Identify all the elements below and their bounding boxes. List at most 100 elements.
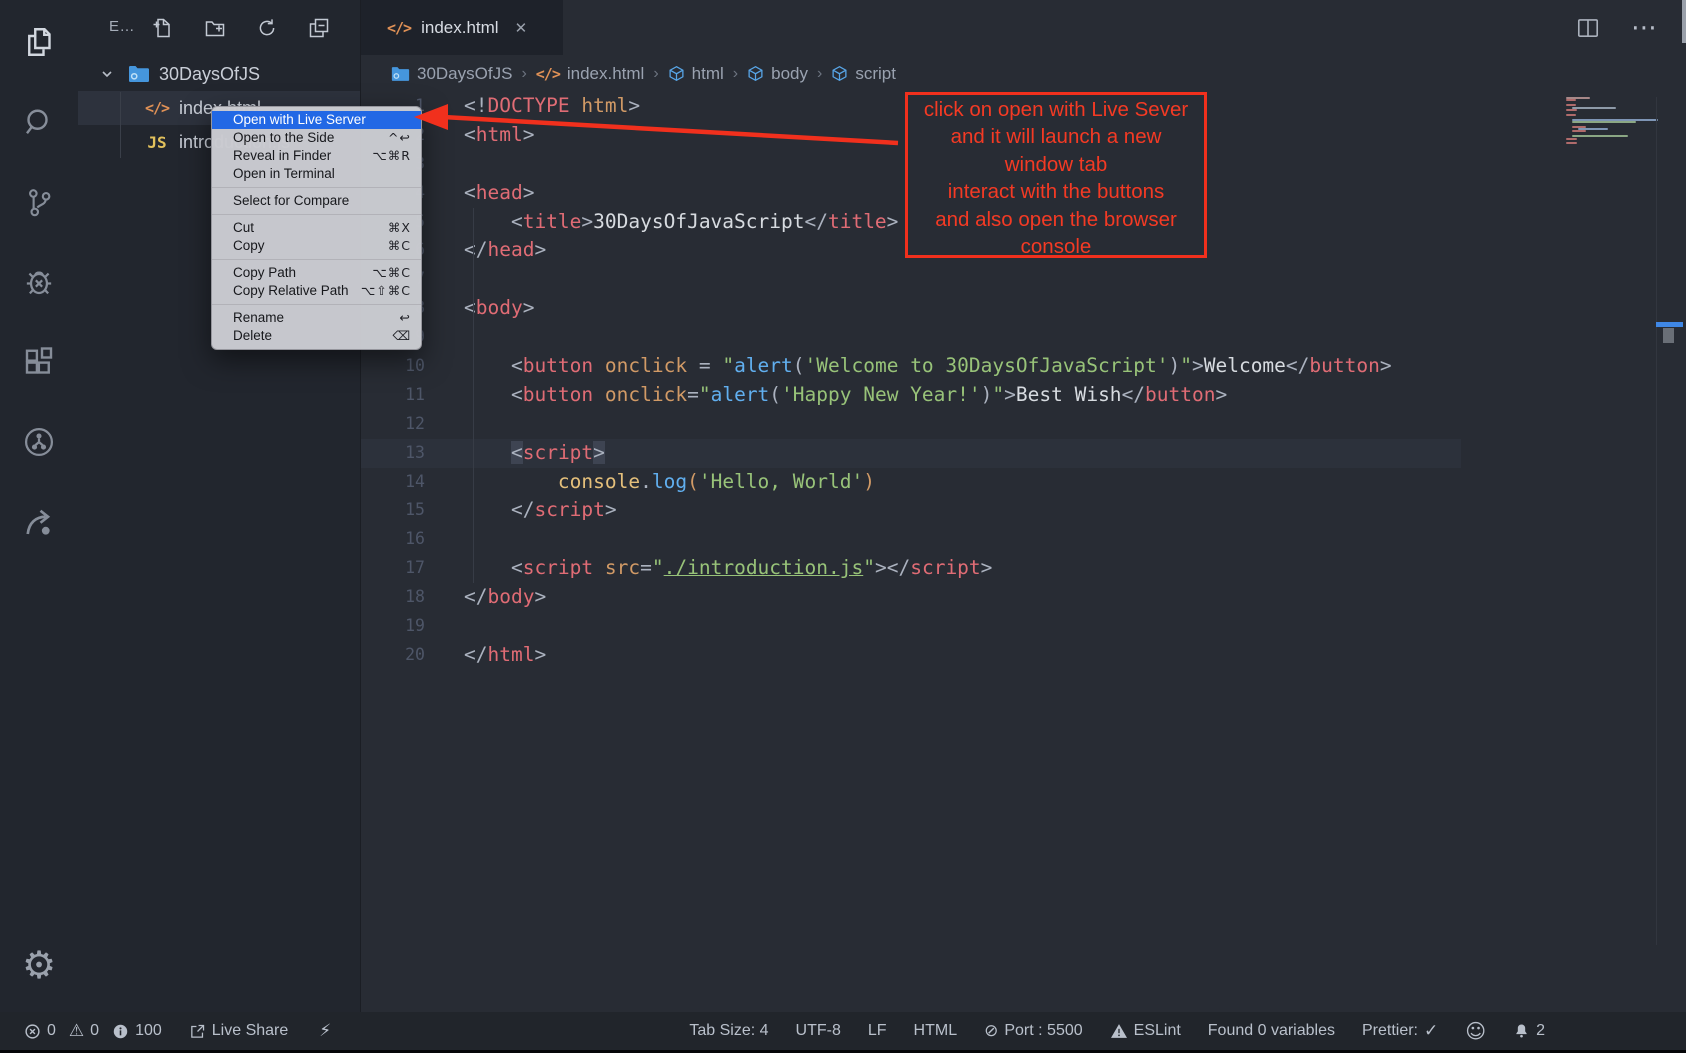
- files-icon[interactable]: [0, 12, 78, 72]
- check-icon: ✓: [1424, 1023, 1438, 1040]
- code-line-17[interactable]: 17 <script src="./introduction.js"></scr…: [361, 554, 1686, 583]
- overview-ruler-border: [1656, 97, 1657, 945]
- menu-item-copy[interactable]: Copy⌘C: [212, 237, 421, 255]
- breadcrumb-separator: ›: [817, 65, 822, 83]
- status-prettier[interactable]: Prettier: ✓: [1362, 1022, 1438, 1040]
- new-folder-icon[interactable]: [202, 15, 228, 41]
- breadcrumb-item-html[interactable]: html: [668, 64, 724, 84]
- menu-item-open-to-the-side[interactable]: Open to the Side^↩: [212, 129, 421, 147]
- refresh-icon[interactable]: [254, 15, 280, 41]
- warning-filled-icon: [1110, 1023, 1128, 1039]
- tree-item-label: 30DaysOfJS: [159, 64, 260, 85]
- line-number: 14: [361, 468, 425, 497]
- info-icon: [112, 1023, 129, 1040]
- status-bar: 0 ⚠ 0 100 Live Share ⚡ Tab Size: 4 UTF-8…: [0, 1012, 1686, 1050]
- status-info[interactable]: 100: [112, 1022, 162, 1040]
- annotation-box: click on open with Live Sever and it wil…: [905, 92, 1207, 258]
- split-editor-icon[interactable]: [1575, 15, 1601, 41]
- code-line-9[interactable]: 9: [361, 323, 1686, 352]
- status-variables[interactable]: Found 0 variables: [1208, 1022, 1335, 1040]
- js-file-icon: JS: [144, 133, 170, 152]
- breadcrumb-item-file[interactable]: </> index.html: [536, 64, 645, 84]
- breadcrumb-separator: ›: [653, 65, 658, 83]
- search-icon[interactable]: [0, 92, 78, 152]
- share-arrow-icon[interactable]: [0, 492, 78, 552]
- code-line-20[interactable]: 20</html>: [361, 641, 1686, 670]
- status-tab-size[interactable]: Tab Size: 4: [689, 1022, 768, 1040]
- breadcrumb-item-body[interactable]: body: [747, 64, 808, 84]
- code-line-10[interactable]: 10 <button onclick = "alert('Welcome to …: [361, 352, 1686, 381]
- menu-shortcut: ⌥⌘R: [372, 147, 411, 165]
- status-eslint[interactable]: ESLint: [1110, 1022, 1181, 1040]
- window-scrollbar[interactable]: [1682, 0, 1686, 43]
- close-icon[interactable]: ✕: [515, 19, 528, 37]
- breadcrumb-separator: ›: [733, 65, 738, 83]
- status-feedback[interactable]: ☺: [1465, 1021, 1486, 1041]
- menu-item-select-for-compare[interactable]: Select for Compare: [212, 192, 421, 210]
- extensions-icon[interactable]: [0, 332, 78, 392]
- error-icon: [24, 1023, 41, 1040]
- tab-bar: </> index.html ✕ ⋯: [361, 0, 1686, 55]
- code-line-16[interactable]: 16: [361, 525, 1686, 554]
- slash-circle-icon: ⊘: [984, 1023, 998, 1040]
- menu-item-rename[interactable]: Rename↩: [212, 309, 421, 327]
- menu-item-delete[interactable]: Delete⌫: [212, 327, 421, 345]
- code-line-7[interactable]: 7: [361, 265, 1686, 294]
- symbol-cube-icon: [668, 65, 685, 82]
- settings-gear-icon[interactable]: ⚙: [0, 935, 78, 995]
- collapse-all-icon[interactable]: [306, 15, 332, 41]
- code-line-19[interactable]: 19: [361, 612, 1686, 641]
- code-line-12[interactable]: 12: [361, 410, 1686, 439]
- line-number: 17: [361, 554, 425, 583]
- new-file-icon[interactable]: [150, 15, 176, 41]
- menu-shortcut: ⌥⌘C: [372, 264, 411, 282]
- code-line-8[interactable]: 8<body>: [361, 294, 1686, 323]
- menu-item-cut[interactable]: Cut⌘X: [212, 219, 421, 237]
- status-live-share[interactable]: Live Share: [189, 1022, 289, 1040]
- tab-label: index.html: [421, 18, 498, 38]
- html-file-icon: </>: [387, 19, 411, 37]
- menu-item-copy-relative-path[interactable]: Copy Relative Path⌥⇧⌘C: [212, 282, 421, 300]
- minimap[interactable]: [1566, 97, 1654, 145]
- breadcrumb-item-folder[interactable]: 30DaysOfJS: [391, 64, 512, 84]
- status-language[interactable]: HTML: [914, 1022, 958, 1040]
- status-bolt[interactable]: ⚡: [319, 1023, 331, 1040]
- line-number: 13: [361, 439, 425, 468]
- code-line-15[interactable]: 15 </script>: [361, 496, 1686, 525]
- line-number: 12: [361, 410, 425, 439]
- bell-icon: [1513, 1022, 1530, 1040]
- tab-index-html[interactable]: </> index.html ✕: [361, 0, 563, 55]
- live-share-circle-icon[interactable]: [0, 412, 78, 472]
- code-line-14[interactable]: 14 console.log('Hello, World'): [361, 468, 1686, 497]
- debug-icon[interactable]: [0, 252, 78, 312]
- scrollbar-handle[interactable]: [1663, 328, 1674, 343]
- tree-item-30daysofjs[interactable]: 30DaysOfJS: [78, 57, 360, 91]
- code-line-18[interactable]: 18</body>: [361, 583, 1686, 612]
- overview-ruler-marker: [1656, 322, 1683, 327]
- menu-separator: [212, 304, 421, 305]
- menu-separator: [212, 214, 421, 215]
- status-errors[interactable]: 0: [24, 1022, 56, 1040]
- menu-shortcut: ^↩: [388, 129, 411, 147]
- code-line-13[interactable]: 13 <script>: [361, 439, 1686, 468]
- breadcrumb-separator: ›: [521, 65, 526, 83]
- menu-shortcut: ⌘X: [388, 219, 411, 237]
- status-warnings[interactable]: ⚠ 0: [69, 1022, 99, 1040]
- live-share-icon: [189, 1023, 206, 1040]
- line-number: 16: [361, 525, 425, 554]
- source-control-icon[interactable]: [0, 172, 78, 232]
- status-eol[interactable]: LF: [868, 1022, 887, 1040]
- breadcrumb-item-script[interactable]: script: [831, 64, 896, 84]
- line-number: 11: [361, 381, 425, 410]
- status-notifications[interactable]: 2: [1513, 1022, 1545, 1040]
- warning-icon: ⚠: [69, 1023, 84, 1040]
- code-line-11[interactable]: 11 <button onclick="alert('Happy New Yea…: [361, 381, 1686, 410]
- status-encoding[interactable]: UTF-8: [796, 1022, 841, 1040]
- menu-item-open-in-terminal[interactable]: Open in Terminal: [212, 165, 421, 183]
- status-port[interactable]: ⊘ Port : 5500: [984, 1022, 1083, 1040]
- menu-item-open-with-live-server[interactable]: Open with Live Server: [212, 111, 421, 129]
- menu-item-reveal-in-finder[interactable]: Reveal in Finder⌥⌘R: [212, 147, 421, 165]
- explorer-header: E…: [78, 0, 360, 55]
- line-number: 15: [361, 496, 425, 525]
- menu-item-copy-path[interactable]: Copy Path⌥⌘C: [212, 264, 421, 282]
